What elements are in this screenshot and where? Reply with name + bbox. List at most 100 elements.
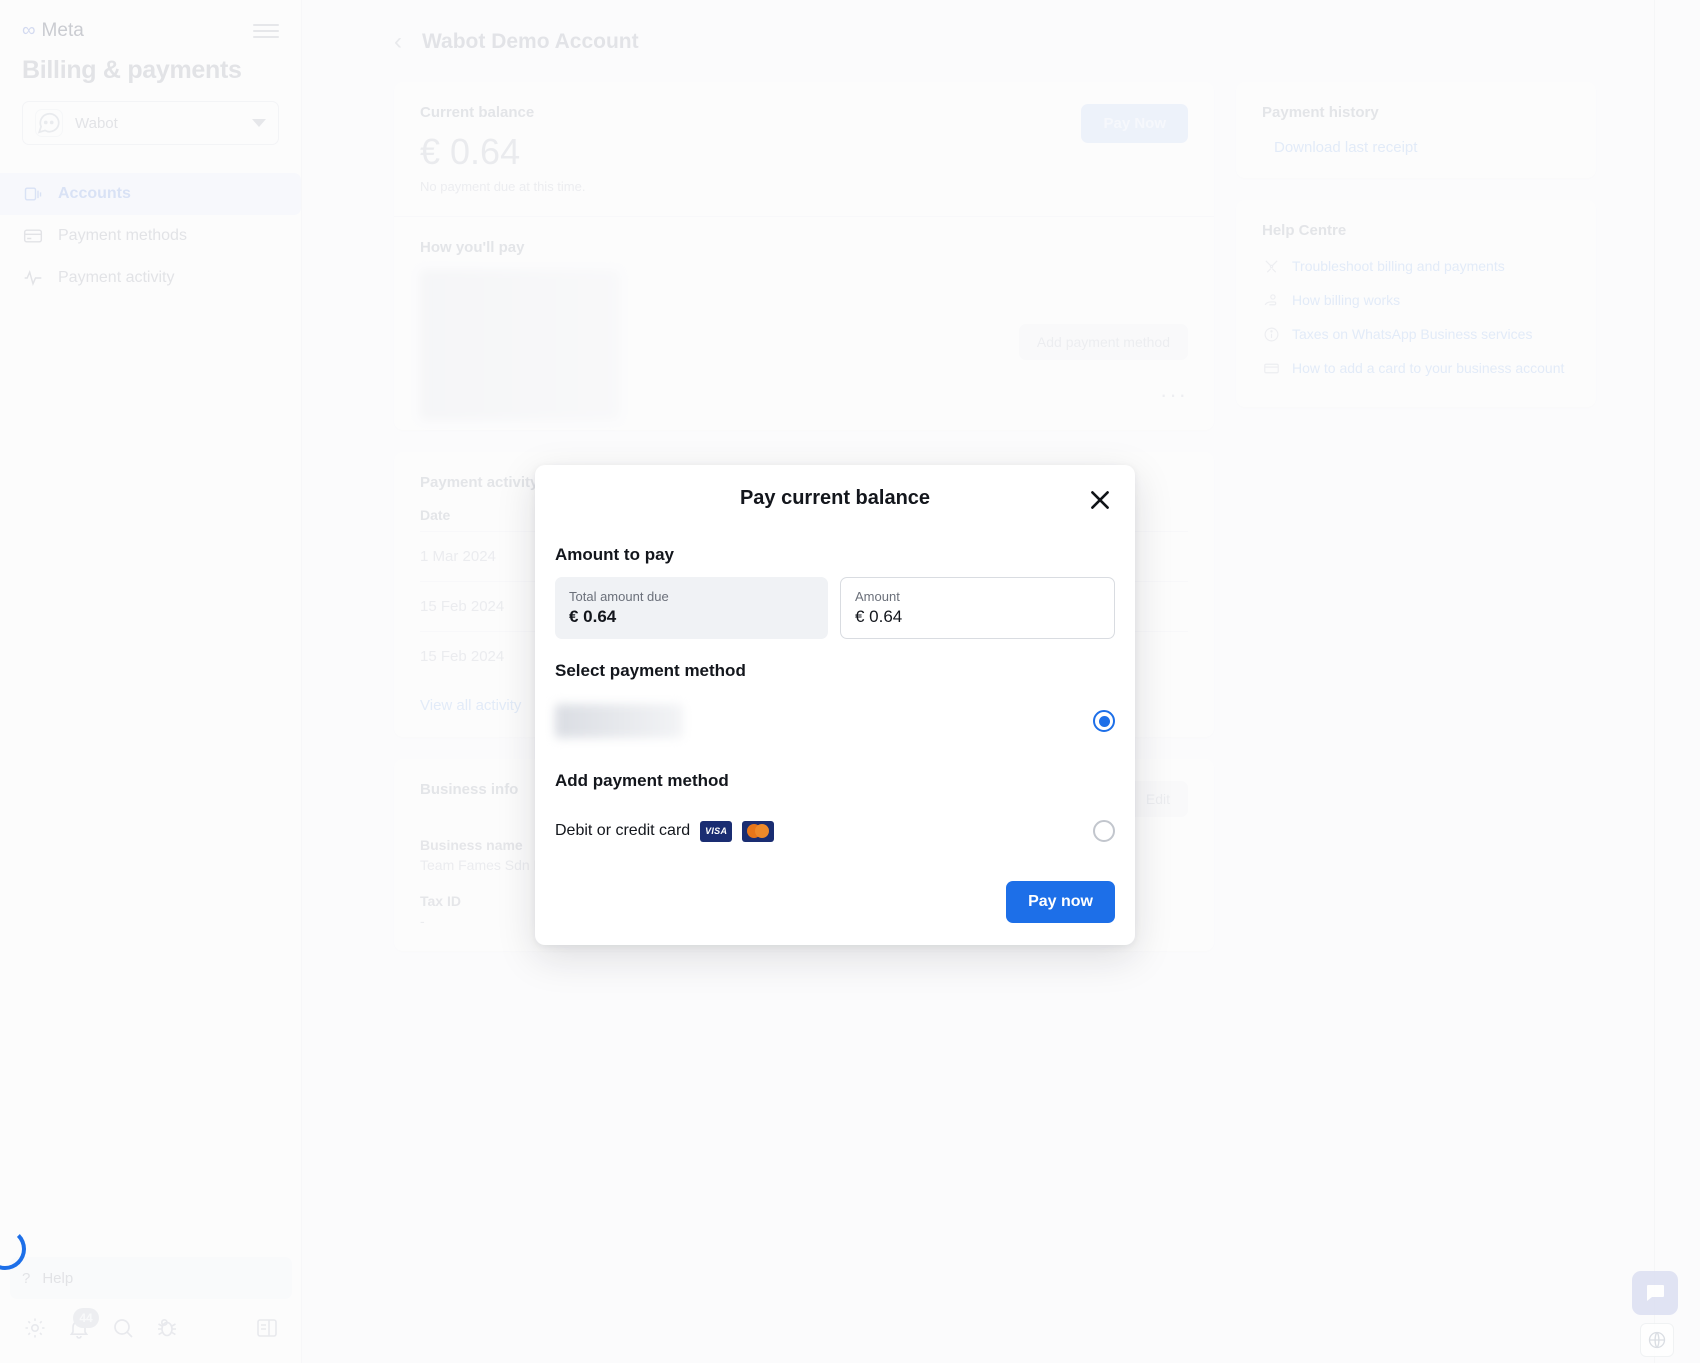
mastercard-icon [742, 820, 775, 842]
card-add-icon [1262, 359, 1280, 377]
help-centre-card: Help Centre Troubleshoot billing and pay… [1236, 200, 1596, 407]
hamburger-icon[interactable] [253, 24, 279, 38]
account-name: Wabot [75, 114, 118, 132]
current-balance-card: Current balance € 0.64 No payment due at… [394, 82, 1214, 430]
sidebar-title: Billing & payments [22, 56, 242, 84]
help-link-label: How billing works [1292, 292, 1401, 308]
help-link-troubleshoot[interactable]: Troubleshoot billing and payments [1262, 249, 1570, 283]
visa-icon: VISA [700, 820, 733, 842]
sidebar-item-label: Accounts [58, 185, 131, 202]
current-balance-body: Current balance € 0.64 No payment due at… [394, 82, 1214, 216]
pay-now-button[interactable]: Pay now [1006, 881, 1115, 923]
help-button[interactable]: ? Help [10, 1257, 292, 1299]
amount-input-box[interactable]: Amount € 0.64 [840, 577, 1115, 639]
meta-brand: ∞ Meta [22, 20, 84, 42]
saved-payment-method-radio[interactable] [1093, 710, 1115, 732]
add-payment-method-title: Add payment method [555, 771, 729, 790]
amount-section-title: Amount to pay [555, 545, 674, 564]
sidebar-bottom: ? Help 44 [0, 1257, 302, 1363]
sidebar-item-label: Payment methods [58, 227, 187, 244]
saved-payment-method-redacted [555, 704, 683, 738]
help-link-taxes[interactable]: Taxes on WhatsApp Business services [1262, 317, 1570, 351]
dialog-header: Pay current balance [535, 465, 1135, 531]
gear-icon[interactable] [18, 1311, 52, 1345]
sidebar-item-payment-methods[interactable]: Payment methods [0, 215, 301, 257]
account-selector[interactable]: Wabot [22, 101, 279, 145]
saved-method-preview-redacted [420, 270, 620, 420]
tools-icon [1262, 257, 1280, 275]
bug-icon[interactable] [150, 1311, 184, 1345]
sidebar-item-accounts[interactable]: Accounts [0, 173, 301, 215]
add-payment-method-button[interactable]: Add payment method [1018, 324, 1188, 360]
sidebar-brand-row: ∞ Meta [22, 16, 279, 46]
debit-credit-card-radio[interactable] [1093, 820, 1115, 842]
view-all-activity-link[interactable]: View all activity [420, 681, 521, 714]
meta-brand-label: Meta [41, 20, 84, 41]
payment-history-card: Payment history Download last receipt [1236, 82, 1596, 178]
edit-business-info-button[interactable]: Edit [1127, 781, 1188, 817]
globe-icon[interactable] [1640, 1323, 1674, 1357]
chevron-left-icon[interactable]: ‹ [394, 30, 402, 54]
balance-note: No payment due at this time. [420, 179, 586, 194]
select-payment-method-title: Select payment method [555, 661, 746, 680]
dialog-footer: Pay now [535, 859, 1135, 945]
amount-row: Total amount due € 0.64 Amount € 0.64 [555, 577, 1115, 639]
sidebar-item-label: Payment activity [58, 269, 175, 286]
help-link-label: Troubleshoot billing and payments [1292, 258, 1505, 274]
chevron-down-icon [252, 119, 266, 127]
help-link-how-billing-works[interactable]: How billing works [1262, 283, 1570, 317]
credit-card-icon [22, 225, 44, 247]
how-you-pay-label: How you'll pay [420, 239, 525, 256]
right-rail [1654, 0, 1700, 1363]
dialog-body: Amount to pay Total amount due € 0.64 Am… [535, 531, 1135, 859]
meta-infinity-icon: ∞ [22, 20, 36, 41]
panel-layout-icon[interactable] [250, 1311, 284, 1345]
whatsapp-bubble-icon [35, 109, 63, 137]
payment-history-title: Payment history [1262, 104, 1379, 121]
dialog-title: Pay current balance [739, 486, 931, 509]
bell-icon[interactable]: 44 [62, 1308, 99, 1345]
amount-input-label: Amount [855, 589, 900, 604]
help-link-label: Taxes on WhatsApp Business services [1292, 326, 1533, 342]
total-amount-due-label: Total amount due [569, 589, 669, 604]
accounts-icon [22, 183, 44, 205]
sidebar-toolbar: 44 [0, 1299, 302, 1363]
amount-input-value[interactable]: € 0.64 [855, 607, 1100, 627]
page-header: ‹ Wabot Demo Account [302, 0, 1700, 54]
debit-credit-card-row[interactable]: Debit or credit card VISA [555, 803, 1115, 859]
search-icon[interactable] [106, 1311, 140, 1345]
info-circle-icon [1262, 325, 1280, 343]
help-centre-body: Help Centre Troubleshoot billing and pay… [1236, 200, 1596, 407]
help-link-label: How to add a card to your business accou… [1292, 360, 1565, 376]
debit-credit-card-label-group: Debit or credit card VISA [555, 820, 775, 842]
saved-payment-method-row[interactable] [555, 693, 1115, 749]
question-mark-icon: ? [22, 1269, 31, 1287]
app-root: ∞ Meta Billing & payments Wabot Accounts… [0, 0, 1700, 1363]
help-label: Help [42, 1269, 74, 1287]
sidebar-item-payment-activity[interactable]: Payment activity [0, 257, 301, 299]
total-amount-due-box: Total amount due € 0.64 [555, 577, 828, 639]
chat-bubble-icon[interactable] [1632, 1271, 1678, 1315]
download-last-receipt-label: Download last receipt [1274, 139, 1418, 156]
how-you-pay-section: How you'll pay Add payment method ··· [394, 216, 1214, 430]
help-link-add-card[interactable]: How to add a card to your business accou… [1262, 351, 1570, 385]
total-amount-due-value: € 0.64 [569, 607, 617, 626]
balance-row: Current balance € 0.64 No payment due at… [420, 104, 1188, 194]
right-column: Payment history Download last receipt He… [1236, 82, 1596, 429]
hand-coin-icon [1262, 291, 1280, 309]
activity-pulse-icon [22, 267, 44, 289]
sidebar-nav: Accounts Payment methods Payment activit… [0, 173, 301, 299]
notification-badge: 44 [73, 1308, 99, 1328]
balance-info: Current balance € 0.64 No payment due at… [420, 104, 585, 194]
ellipsis-icon[interactable]: ··· [1160, 382, 1188, 408]
pay-current-balance-dialog: Pay current balance Amount to pay Total … [535, 465, 1135, 945]
debit-credit-card-label: Debit or credit card [555, 822, 691, 839]
help-centre-title: Help Centre [1262, 222, 1347, 239]
close-icon[interactable] [1087, 487, 1113, 513]
pay-now-card-button[interactable]: Pay Now [1081, 104, 1188, 143]
page-title: Wabot Demo Account [422, 30, 639, 53]
download-last-receipt-link[interactable]: Download last receipt [1262, 139, 1570, 172]
sidebar: ∞ Meta Billing & payments Wabot Accounts… [0, 0, 302, 1363]
business-info-label: Business info [420, 781, 519, 798]
current-balance-amount: € 0.64 [420, 131, 521, 172]
